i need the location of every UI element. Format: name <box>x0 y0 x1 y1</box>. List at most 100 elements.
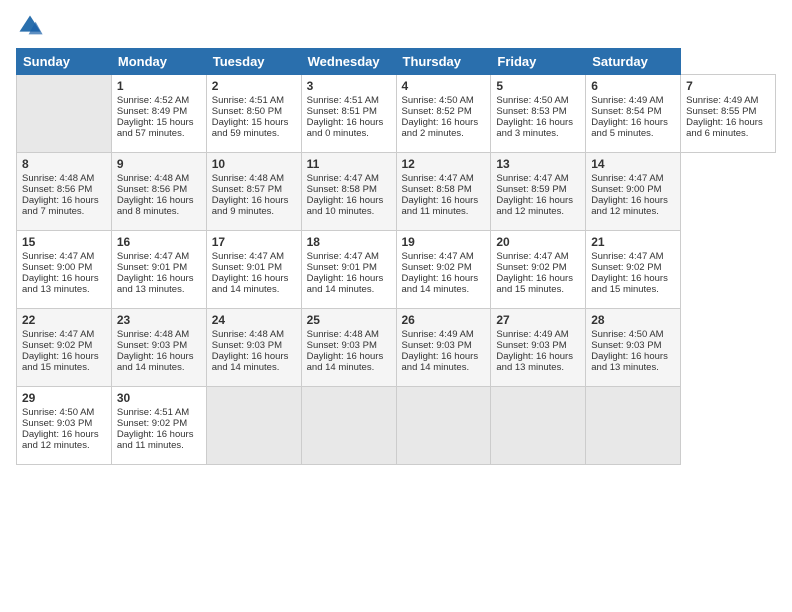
calendar-cell: 23 Sunrise: 4:48 AMSunset: 9:03 PMDayligh… <box>111 309 206 387</box>
daylight-text: Daylight: 16 hours and 14 minutes. <box>402 351 479 373</box>
sunset-text: Sunset: 9:01 PM <box>117 262 187 273</box>
sunset-text: Sunset: 8:56 PM <box>22 184 92 195</box>
sunrise-text: Sunrise: 4:47 AM <box>212 251 284 262</box>
calendar-header-wednesday: Wednesday <box>301 49 396 75</box>
sunrise-text: Sunrise: 4:47 AM <box>591 173 663 184</box>
sunset-text: Sunset: 9:03 PM <box>117 340 187 351</box>
day-number: 11 <box>307 157 391 171</box>
day-number: 17 <box>212 235 296 249</box>
sunrise-text: Sunrise: 4:51 AM <box>307 95 379 106</box>
day-number: 16 <box>117 235 201 249</box>
day-number: 30 <box>117 391 201 405</box>
calendar-header-thursday: Thursday <box>396 49 491 75</box>
calendar-cell: 15Sunrise: 4:47 AMSunset: 9:00 PMDayligh… <box>17 231 112 309</box>
calendar-cell: 19Sunrise: 4:47 AMSunset: 9:02 PMDayligh… <box>396 231 491 309</box>
day-number: 9 <box>117 157 201 171</box>
sunset-text: Sunset: 8:54 PM <box>591 106 661 117</box>
calendar-table: SundayMondayTuesdayWednesdayThursdayFrid… <box>16 48 776 465</box>
daylight-text: Daylight: 16 hours and 14 minutes. <box>307 273 384 295</box>
sunset-text: Sunset: 8:52 PM <box>402 106 472 117</box>
daylight-text: Daylight: 16 hours and 3 minutes. <box>496 117 573 139</box>
day-number: 24 <box>212 313 296 327</box>
calendar-cell: 30Sunrise: 4:51 AMSunset: 9:02 PMDayligh… <box>111 387 206 465</box>
sunrise-text: Sunrise: 4:49 AM <box>591 95 663 106</box>
sunrise-text: Sunrise: 4:49 AM <box>402 329 474 340</box>
sunrise-text: Sunrise: 4:51 AM <box>117 407 189 418</box>
logo-icon <box>16 12 44 40</box>
sunset-text: Sunset: 8:50 PM <box>212 106 282 117</box>
daylight-text: Daylight: 16 hours and 11 minutes. <box>402 195 479 217</box>
sunrise-text: Sunrise: 4:48 AM <box>117 329 189 340</box>
calendar-cell: 29Sunrise: 4:50 AMSunset: 9:03 PMDayligh… <box>17 387 112 465</box>
sunrise-text: Sunrise: 4:47 AM <box>402 251 474 262</box>
daylight-text: Daylight: 16 hours and 14 minutes. <box>212 351 289 373</box>
calendar-cell: 27Sunrise: 4:49 AMSunset: 9:03 PMDayligh… <box>491 309 586 387</box>
day-number: 29 <box>22 391 106 405</box>
sunset-text: Sunset: 8:56 PM <box>117 184 187 195</box>
sunset-text: Sunset: 8:58 PM <box>402 184 472 195</box>
calendar-cell: 22Sunrise: 4:47 AMSunset: 9:02 PMDayligh… <box>17 309 112 387</box>
day-number: 19 <box>402 235 486 249</box>
daylight-text: Daylight: 16 hours and 14 minutes. <box>117 351 194 373</box>
sunset-text: Sunset: 9:01 PM <box>212 262 282 273</box>
calendar-header-monday: Monday <box>111 49 206 75</box>
sunset-text: Sunset: 9:02 PM <box>496 262 566 273</box>
sunrise-text: Sunrise: 4:49 AM <box>496 329 568 340</box>
calendar-week-row: 15Sunrise: 4:47 AMSunset: 9:00 PMDayligh… <box>17 231 776 309</box>
day-number: 25 <box>307 313 391 327</box>
day-number: 4 <box>402 79 486 93</box>
calendar-cell <box>491 387 586 465</box>
page: SundayMondayTuesdayWednesdayThursdayFrid… <box>0 0 792 612</box>
day-number: 8 <box>22 157 106 171</box>
sunset-text: Sunset: 9:01 PM <box>307 262 377 273</box>
sunset-text: Sunset: 8:59 PM <box>496 184 566 195</box>
calendar-week-row: 29Sunrise: 4:50 AMSunset: 9:03 PMDayligh… <box>17 387 776 465</box>
day-number: 13 <box>496 157 580 171</box>
daylight-text: Daylight: 16 hours and 15 minutes. <box>496 273 573 295</box>
calendar-cell: 3Sunrise: 4:51 AMSunset: 8:51 PMDaylight… <box>301 75 396 153</box>
sunset-text: Sunset: 9:02 PM <box>402 262 472 273</box>
sunset-text: Sunset: 9:02 PM <box>117 418 187 429</box>
sunrise-text: Sunrise: 4:48 AM <box>117 173 189 184</box>
sunset-text: Sunset: 9:03 PM <box>212 340 282 351</box>
daylight-text: Daylight: 16 hours and 2 minutes. <box>402 117 479 139</box>
calendar-header-saturday: Saturday <box>586 49 681 75</box>
day-number: 28 <box>591 313 675 327</box>
daylight-text: Daylight: 16 hours and 10 minutes. <box>307 195 384 217</box>
calendar-cell: 25Sunrise: 4:48 AMSunset: 9:03 PMDayligh… <box>301 309 396 387</box>
sunset-text: Sunset: 9:03 PM <box>402 340 472 351</box>
sunrise-text: Sunrise: 4:50 AM <box>22 407 94 418</box>
sunrise-text: Sunrise: 4:51 AM <box>212 95 284 106</box>
calendar-cell: 10Sunrise: 4:48 AMSunset: 8:57 PMDayligh… <box>206 153 301 231</box>
day-number: 5 <box>496 79 580 93</box>
calendar-header-sunday: Sunday <box>17 49 112 75</box>
sunrise-text: Sunrise: 4:52 AM <box>117 95 189 106</box>
day-number: 3 <box>307 79 391 93</box>
calendar-cell: 26Sunrise: 4:49 AMSunset: 9:03 PMDayligh… <box>396 309 491 387</box>
calendar-cell: 11Sunrise: 4:47 AMSunset: 8:58 PMDayligh… <box>301 153 396 231</box>
daylight-text: Daylight: 16 hours and 15 minutes. <box>22 351 99 373</box>
calendar-cell <box>206 387 301 465</box>
day-number: 6 <box>591 79 675 93</box>
sunrise-text: Sunrise: 4:49 AM <box>686 95 758 106</box>
day-number: 18 <box>307 235 391 249</box>
sunrise-text: Sunrise: 4:47 AM <box>22 329 94 340</box>
calendar-cell: 20Sunrise: 4:47 AMSunset: 9:02 PMDayligh… <box>491 231 586 309</box>
header <box>16 12 776 40</box>
sunset-text: Sunset: 9:03 PM <box>496 340 566 351</box>
sunset-text: Sunset: 8:53 PM <box>496 106 566 117</box>
sunrise-text: Sunrise: 4:50 AM <box>402 95 474 106</box>
sunset-text: Sunset: 8:51 PM <box>307 106 377 117</box>
calendar-cell <box>586 387 681 465</box>
sunrise-text: Sunrise: 4:47 AM <box>402 173 474 184</box>
sunset-text: Sunset: 8:58 PM <box>307 184 377 195</box>
sunset-text: Sunset: 9:03 PM <box>22 418 92 429</box>
calendar-cell: 9Sunrise: 4:48 AMSunset: 8:56 PMDaylight… <box>111 153 206 231</box>
calendar-cell: 12Sunrise: 4:47 AMSunset: 8:58 PMDayligh… <box>396 153 491 231</box>
sunrise-text: Sunrise: 4:48 AM <box>212 329 284 340</box>
calendar-cell: 18Sunrise: 4:47 AMSunset: 9:01 PMDayligh… <box>301 231 396 309</box>
day-number: 23 <box>117 313 201 327</box>
day-number: 15 <box>22 235 106 249</box>
daylight-text: Daylight: 16 hours and 15 minutes. <box>591 273 668 295</box>
day-number: 1 <box>117 79 201 93</box>
